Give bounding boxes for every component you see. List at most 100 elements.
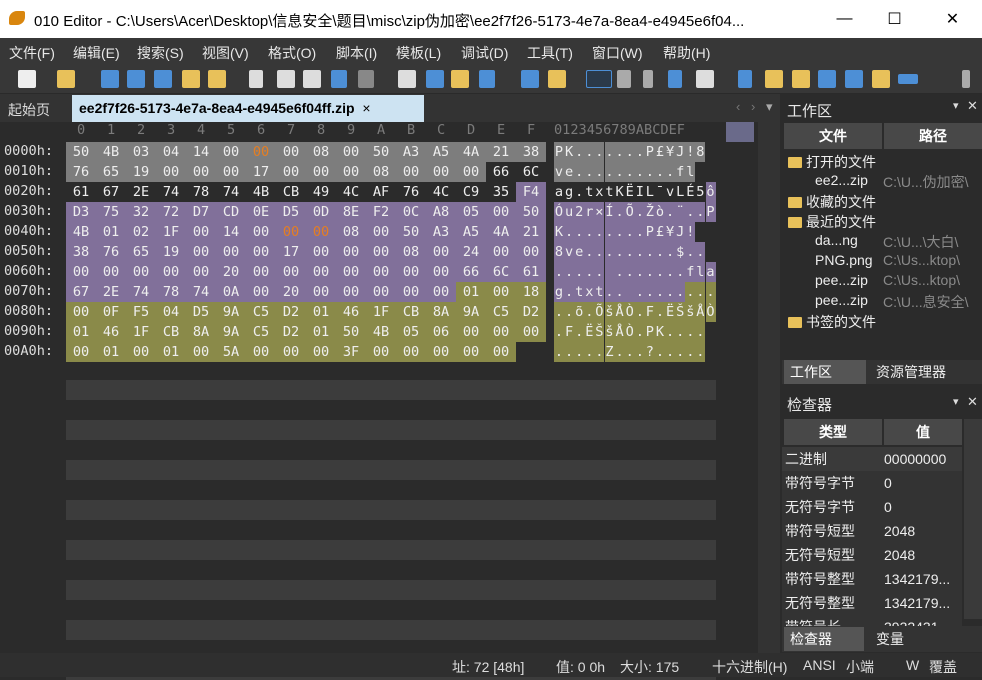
hex-byte[interactable]: 00 xyxy=(486,242,516,262)
ascii-char[interactable]: . xyxy=(574,342,585,362)
ascii-char[interactable]: . xyxy=(614,282,625,302)
ascii-char[interactable]: . xyxy=(584,242,595,262)
hex-byte[interactable]: 00 xyxy=(156,162,186,182)
workspace-group[interactable]: 最近的文件 xyxy=(788,212,876,232)
hex-byte[interactable]: 01 xyxy=(306,302,336,322)
ascii-char[interactable]: . xyxy=(594,162,605,182)
ascii-char[interactable]: . xyxy=(604,282,615,302)
ascii-char[interactable]: . xyxy=(574,262,585,282)
hex-byte[interactable]: 00 xyxy=(306,342,336,362)
ascii-char[interactable]: . xyxy=(564,262,575,282)
hex-byte[interactable]: 9A xyxy=(216,302,246,322)
ascii-char[interactable]: . xyxy=(695,242,706,262)
hex-byte[interactable]: 00 xyxy=(396,162,426,182)
ascii-char[interactable]: P xyxy=(644,222,655,242)
redo-icon[interactable] xyxy=(358,70,374,88)
ascii-char[interactable]: ¥ xyxy=(665,222,676,242)
hex-byte[interactable]: 00 xyxy=(426,282,456,302)
ascii-char[interactable]: J xyxy=(675,222,686,242)
save-icon[interactable] xyxy=(101,70,119,88)
ascii-char[interactable]: . xyxy=(634,342,645,362)
hex-byte[interactable]: 46 xyxy=(336,302,366,322)
template-icon[interactable] xyxy=(521,70,539,88)
hex-byte[interactable]: 00 xyxy=(336,162,366,182)
hex-byte[interactable]: D5 xyxy=(276,202,306,222)
tab-scroll-left-icon[interactable]: ‹ xyxy=(736,99,740,114)
hex-byte[interactable]: 65 xyxy=(96,162,126,182)
hex-byte[interactable]: 00 xyxy=(426,242,456,262)
ascii-char[interactable]: Ë xyxy=(625,182,635,202)
hex-byte[interactable]: 9A xyxy=(216,322,246,342)
swap-icon[interactable] xyxy=(792,70,810,88)
hex-byte[interactable]: 00 xyxy=(126,342,156,362)
ascii-char[interactable]: . xyxy=(634,142,645,162)
hex-byte[interactable]: 00 xyxy=(216,242,246,262)
workspace-col-file[interactable]: 文件 xyxy=(784,123,882,149)
ascii-char[interactable]: . xyxy=(614,242,625,262)
ascii-char[interactable]: Ž xyxy=(644,202,655,222)
ascii-char[interactable]: . xyxy=(564,302,575,322)
hex-byte[interactable]: 00 xyxy=(396,282,426,302)
hex-byte[interactable]: 50 xyxy=(336,322,366,342)
hex-byte[interactable]: 00 xyxy=(426,262,456,282)
ascii-char[interactable]: . xyxy=(655,262,665,282)
hex-byte[interactable]: 49 xyxy=(306,182,336,202)
hex-byte[interactable]: 00 xyxy=(276,262,306,282)
hex-byte[interactable]: 00 xyxy=(246,342,276,362)
hex-byte[interactable]: 00 xyxy=(306,242,336,262)
ascii-char[interactable]: . xyxy=(614,162,625,182)
workspace-file-name[interactable]: da...ng xyxy=(815,232,858,248)
hex-byte[interactable]: 0E xyxy=(246,202,276,222)
hex-byte[interactable]: 38 xyxy=(66,242,96,262)
ascii-char[interactable]: . xyxy=(584,262,595,282)
hex-byte[interactable]: C5 xyxy=(246,322,276,342)
hex-byte[interactable]: 14 xyxy=(216,222,246,242)
ascii-char[interactable]: . xyxy=(584,222,595,242)
ascii-char[interactable]: t xyxy=(594,282,605,302)
hex-byte[interactable]: 66 xyxy=(456,262,486,282)
ascii-char[interactable] xyxy=(624,282,635,302)
hex-byte[interactable]: 14 xyxy=(186,142,216,162)
hex-byte[interactable]: 00 xyxy=(276,162,306,182)
ascii-char[interactable]: . xyxy=(594,222,605,242)
hex-byte[interactable]: 76 xyxy=(96,242,126,262)
find-icon[interactable] xyxy=(398,70,416,88)
hex-byte[interactable]: 4B xyxy=(96,142,126,162)
ascii-char[interactable]: F xyxy=(564,322,575,342)
status-overwrite[interactable]: 覆盖 xyxy=(929,657,957,677)
hex-byte[interactable]: 4B xyxy=(66,222,96,242)
hex-byte[interactable]: 32 xyxy=(126,202,156,222)
hex-byte[interactable]: 17 xyxy=(276,242,306,262)
hex-byte[interactable]: 00 xyxy=(336,242,366,262)
ascii-char[interactable]: . xyxy=(634,262,645,282)
ascii-char[interactable]: . xyxy=(554,262,564,282)
hex-byte[interactable]: 19 xyxy=(156,242,186,262)
ascii-char[interactable]: ò xyxy=(655,202,665,222)
hex-byte[interactable]: 6C xyxy=(516,162,546,182)
ascii-char[interactable]: . xyxy=(705,282,716,302)
cut-icon[interactable] xyxy=(249,70,263,88)
ascii-char[interactable]: Õ xyxy=(624,202,635,222)
hex-byte[interactable]: 00 xyxy=(66,342,96,362)
inspector-col-value[interactable]: 值 xyxy=(884,419,962,445)
ascii-char[interactable]: . xyxy=(584,142,595,162)
tab-start-page[interactable]: 起始页 xyxy=(8,100,50,120)
ascii-char[interactable]: . xyxy=(644,262,655,282)
ascii-char[interactable]: . xyxy=(634,242,645,262)
ascii-char[interactable]: t xyxy=(605,182,615,202)
ascii-char[interactable]: g xyxy=(564,182,574,202)
hex-byte[interactable]: D2 xyxy=(276,322,306,342)
menu-help[interactable]: 帮助(H) xyxy=(663,43,710,63)
status-endian[interactable]: 小端 xyxy=(846,657,874,677)
hex-byte[interactable]: 65 xyxy=(126,242,156,262)
menu-template[interactable]: 模板(L) xyxy=(396,43,441,63)
ascii-char[interactable]: . xyxy=(695,322,706,342)
hex-byte[interactable]: 08 xyxy=(366,162,396,182)
hex-byte[interactable]: 00 xyxy=(186,222,216,242)
hex-byte[interactable] xyxy=(516,342,546,362)
ascii-char[interactable]: . xyxy=(655,282,665,302)
workspace-group[interactable]: 书签的文件 xyxy=(788,312,876,332)
ascii-char[interactable]: . xyxy=(675,282,686,302)
ascii-char[interactable]: F xyxy=(644,302,655,322)
hex-byte[interactable]: A8 xyxy=(426,202,456,222)
